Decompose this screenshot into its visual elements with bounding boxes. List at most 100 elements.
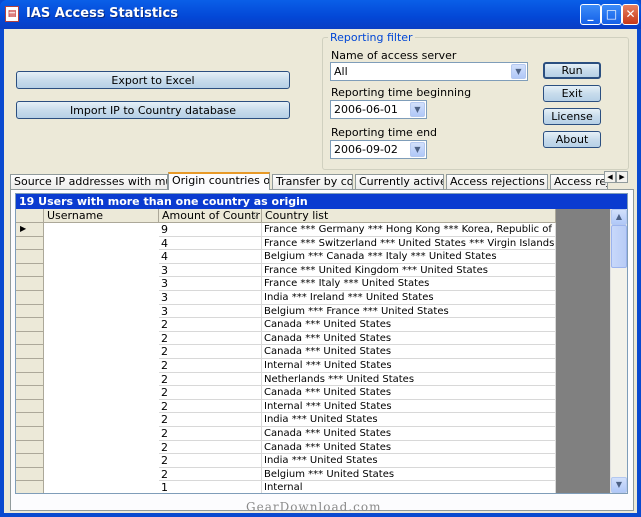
- country-list-cell[interactable]: Canada *** United States: [262, 345, 556, 359]
- username-cell[interactable]: [44, 291, 159, 305]
- row-header[interactable]: [16, 399, 44, 414]
- username-cell[interactable]: [44, 386, 159, 400]
- tab-transfer-by-country[interactable]: Transfer by country: [272, 174, 353, 189]
- username-cell[interactable]: [44, 481, 159, 493]
- country-list-cell[interactable]: Internal *** United States: [262, 359, 556, 373]
- country-count-cell[interactable]: 2: [159, 318, 262, 332]
- chevron-down-icon[interactable]: ▼: [410, 142, 425, 157]
- table-row[interactable]: 2 Canada *** United States: [16, 427, 556, 441]
- table-row[interactable]: 1 Internal: [16, 481, 556, 493]
- table-row[interactable]: 2 Canada *** United States: [16, 440, 556, 455]
- username-cell[interactable]: [44, 427, 159, 441]
- table-row[interactable]: 2 Canada *** United States: [16, 318, 556, 332]
- begin-date-picker[interactable]: 2006-06-01 ▼: [330, 100, 427, 119]
- export-excel-button[interactable]: Export to Excel: [16, 71, 290, 89]
- username-cell[interactable]: [44, 305, 159, 319]
- table-row[interactable]: 2 India *** United States: [16, 413, 556, 427]
- username-cell[interactable]: [44, 264, 159, 278]
- tab-scroll-right-icon[interactable]: ▶: [616, 171, 628, 183]
- table-row[interactable]: 2 Netherlands *** United States: [16, 372, 556, 387]
- tab-access-reject[interactable]: Access reject: [550, 174, 608, 189]
- country-list-cell[interactable]: Netherlands *** United States: [262, 372, 556, 387]
- username-cell[interactable]: [44, 318, 159, 332]
- tab-scroll-left-icon[interactable]: ◀: [604, 171, 616, 183]
- table-row[interactable]: 4 France *** Switzerland *** United State…: [16, 236, 556, 251]
- country-list-cell[interactable]: France *** United Kingdom *** United Sta…: [262, 263, 556, 278]
- grid-vertical-scrollbar[interactable]: ▲ ▼: [610, 209, 627, 493]
- server-name-select[interactable]: All ▼: [330, 62, 528, 81]
- country-count-cell[interactable]: 4: [159, 236, 262, 251]
- row-header[interactable]: [16, 345, 44, 359]
- country-list-cell[interactable]: Canada *** United States: [262, 318, 556, 332]
- table-row[interactable]: 2 Canada *** United States: [16, 331, 556, 346]
- close-button[interactable]: ✕: [622, 4, 639, 25]
- country-count-cell[interactable]: 1: [159, 481, 262, 493]
- username-cell[interactable]: [44, 468, 159, 482]
- username-cell[interactable]: [44, 345, 159, 359]
- row-header[interactable]: [16, 359, 44, 373]
- table-row[interactable]: 2 Canada *** United States: [16, 345, 556, 359]
- chevron-down-icon[interactable]: ▼: [511, 64, 526, 79]
- table-row[interactable]: 4 Belgium *** Canada *** Italy *** United…: [16, 250, 556, 264]
- table-row[interactable]: 3 France *** United Kingdom *** United St…: [16, 263, 556, 278]
- row-header[interactable]: [16, 331, 44, 346]
- column-username[interactable]: Username: [44, 209, 159, 223]
- row-header[interactable]: [16, 481, 44, 493]
- table-row[interactable]: 2 Canada *** United States: [16, 386, 556, 400]
- tab-source-ip[interactable]: Source IP addresses with multiple users: [10, 174, 168, 189]
- country-count-cell[interactable]: 3: [159, 263, 262, 278]
- scroll-down-icon[interactable]: ▼: [611, 477, 627, 493]
- country-list-cell[interactable]: Internal *** United States: [262, 399, 556, 414]
- country-count-cell[interactable]: 9: [159, 223, 262, 237]
- username-cell[interactable]: [44, 454, 159, 468]
- country-count-cell[interactable]: 2: [159, 386, 262, 400]
- row-header[interactable]: [16, 291, 44, 305]
- run-button[interactable]: Run: [543, 62, 601, 79]
- username-cell[interactable]: [44, 373, 159, 387]
- country-list-cell[interactable]: Internal: [262, 481, 556, 493]
- maximize-button[interactable]: □: [601, 4, 622, 25]
- row-header[interactable]: [16, 318, 44, 332]
- row-header[interactable]: [16, 236, 44, 251]
- country-count-cell[interactable]: 2: [159, 345, 262, 359]
- country-list-cell[interactable]: France *** Italy *** United States: [262, 277, 556, 291]
- table-row[interactable]: ▶ 9 France *** Germany *** Hong Kong *** K…: [16, 223, 556, 237]
- tab-rejections-by-day[interactable]: Access rejections by day: [446, 174, 548, 189]
- country-list-cell[interactable]: India *** United States: [262, 454, 556, 468]
- username-cell[interactable]: [44, 237, 159, 251]
- chevron-down-icon[interactable]: ▼: [410, 102, 425, 117]
- about-button[interactable]: About: [543, 131, 601, 148]
- table-row[interactable]: 2 India *** United States: [16, 454, 556, 468]
- row-header[interactable]: [16, 413, 44, 427]
- exit-button[interactable]: Exit: [543, 85, 601, 102]
- row-header[interactable]: [16, 277, 44, 291]
- row-header[interactable]: [16, 250, 44, 264]
- username-cell[interactable]: [44, 400, 159, 414]
- row-header[interactable]: [16, 454, 44, 468]
- country-count-cell[interactable]: 4: [159, 250, 262, 264]
- country-list-cell[interactable]: India *** Ireland *** United States: [262, 291, 556, 305]
- country-count-cell[interactable]: 3: [159, 304, 262, 319]
- row-header[interactable]: [16, 372, 44, 387]
- title-bar[interactable]: ▤ IAS Access Statistics _ □ ✕: [0, 0, 641, 29]
- country-list-cell[interactable]: Belgium *** Canada *** Italy *** United …: [262, 250, 556, 264]
- row-header[interactable]: [16, 386, 44, 400]
- country-count-cell[interactable]: 2: [159, 359, 262, 373]
- table-row[interactable]: 3 Belgium *** France *** United States: [16, 304, 556, 319]
- minimize-button[interactable]: _: [580, 4, 601, 25]
- country-list-cell[interactable]: Belgium *** United States: [262, 467, 556, 482]
- username-cell[interactable]: [44, 250, 159, 264]
- country-count-cell[interactable]: 2: [159, 372, 262, 387]
- row-header[interactable]: [16, 427, 44, 441]
- row-header[interactable]: ▶: [16, 223, 44, 237]
- country-list-cell[interactable]: Canada *** United States: [262, 386, 556, 400]
- username-cell[interactable]: [44, 223, 159, 237]
- license-button[interactable]: License: [543, 108, 601, 125]
- country-list-cell[interactable]: Belgium *** France *** United States: [262, 304, 556, 319]
- country-list-cell[interactable]: France *** Switzerland *** United States…: [262, 236, 556, 251]
- country-list-cell[interactable]: Canada *** United States: [262, 427, 556, 441]
- scroll-up-icon[interactable]: ▲: [611, 209, 627, 225]
- country-list-cell[interactable]: France *** Germany *** Hong Kong *** Kor…: [262, 223, 556, 237]
- table-row[interactable]: 3 India *** Ireland *** United States: [16, 291, 556, 305]
- tab-origin-countries[interactable]: Origin countries of users: [168, 172, 270, 190]
